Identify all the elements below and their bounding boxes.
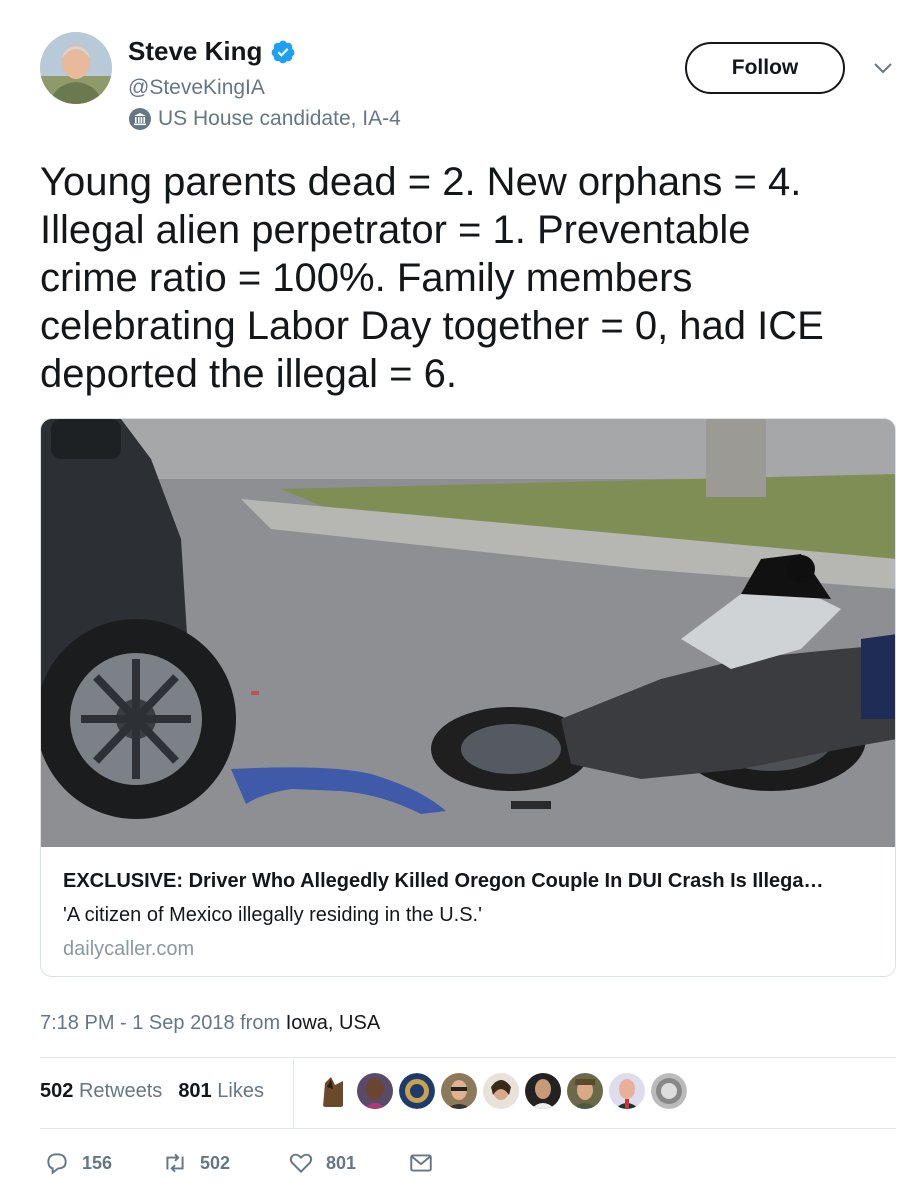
tweet-stats: 502 Retweets 801 Likes	[40, 1080, 264, 1103]
direct-message-icon	[410, 1154, 432, 1172]
like-stat[interactable]: 801 Likes	[178, 1080, 264, 1103]
card-title[interactable]: EXCLUSIVE: Driver Who Allegedly Killed O…	[63, 870, 875, 893]
card-image[interactable]	[41, 419, 896, 847]
tweet-actions: 156 502 801	[44, 1150, 434, 1176]
author-handle[interactable]: @SteveKingIA	[128, 76, 265, 100]
retweet-icon	[166, 1153, 184, 1173]
author-name-row: Steve King	[128, 36, 296, 67]
liker-avatar[interactable]	[357, 1073, 393, 1109]
liker-avatars	[315, 1073, 687, 1109]
liker-avatar[interactable]	[651, 1073, 687, 1109]
author-name[interactable]: Steve King	[128, 36, 262, 67]
card-description: 'A citizen of Mexico illegally residing …	[63, 904, 482, 926]
liker-avatar[interactable]	[315, 1073, 351, 1109]
stats-separator	[293, 1058, 294, 1128]
author-label: US House candidate, IA-4	[158, 107, 401, 130]
like-action-count: 801	[326, 1152, 357, 1173]
direct-message-button[interactable]	[408, 1150, 434, 1176]
tweet-timestamp: 7:18 PM - 1 Sep 2018 from Iowa, USA	[40, 1012, 380, 1035]
like-icon	[289, 1153, 313, 1174]
liker-avatar[interactable]	[609, 1073, 645, 1109]
link-card[interactable]: EXCLUSIVE: Driver Who Allegedly Killed O…	[40, 418, 896, 977]
liker-avatar[interactable]	[483, 1073, 519, 1109]
divider-top	[40, 1057, 896, 1058]
reply-button[interactable]: 156	[44, 1150, 162, 1176]
timestamp-text[interactable]: 7:18 PM - 1 Sep 2018 from	[40, 1012, 286, 1034]
like-label: Likes	[217, 1080, 264, 1102]
card-domain: dailycaller.com	[63, 938, 195, 960]
author-avatar[interactable]	[40, 32, 112, 104]
retweet-stat[interactable]: 502 Retweets	[40, 1080, 162, 1103]
liker-avatar[interactable]	[525, 1073, 561, 1109]
tweet-text: Young parents dead = 2. New orphans = 4.…	[40, 160, 824, 396]
liker-avatar[interactable]	[441, 1073, 477, 1109]
retweet-label: Retweets	[78, 1080, 163, 1102]
liker-avatar[interactable]	[399, 1073, 435, 1109]
chevron-down-icon[interactable]	[872, 60, 894, 76]
reply-icon	[47, 1153, 67, 1175]
retweet-count: 502	[40, 1080, 74, 1102]
author-label-row: US House candidate, IA-4	[128, 107, 401, 131]
follow-button[interactable]: Follow	[685, 42, 845, 94]
verified-badge-icon	[272, 40, 295, 63]
government-building-icon	[129, 108, 151, 130]
like-button[interactable]: 801	[288, 1150, 408, 1176]
retweet-button[interactable]: 502	[162, 1150, 288, 1176]
retweet-action-count: 502	[200, 1152, 231, 1173]
reply-count: 156	[82, 1152, 113, 1173]
like-count: 801	[178, 1080, 212, 1102]
tweet-location[interactable]: Iowa, USA	[286, 1012, 380, 1034]
divider-bottom	[40, 1128, 896, 1129]
liker-avatar[interactable]	[567, 1073, 603, 1109]
